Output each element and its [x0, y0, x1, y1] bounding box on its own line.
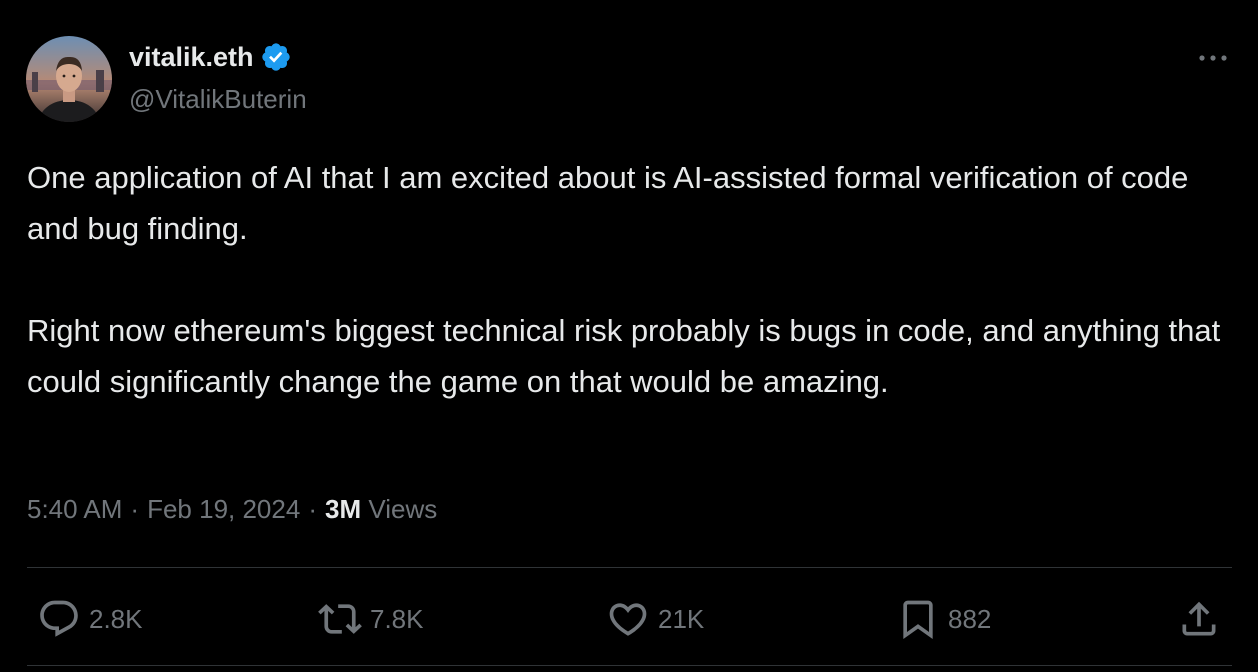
avatar[interactable] [26, 36, 112, 122]
more-options-button[interactable] [1194, 44, 1232, 72]
repost-button[interactable]: 7.8K [318, 598, 424, 640]
divider [27, 567, 1232, 568]
profile-photo [26, 36, 112, 122]
tweet-date[interactable]: Feb 19, 2024 [147, 494, 300, 525]
display-name[interactable]: vitalik.eth [129, 42, 254, 73]
reply-count: 2.8K [89, 603, 143, 634]
reply-icon [40, 600, 78, 637]
more-dots-icon [1199, 55, 1227, 61]
bookmark-icon [903, 600, 933, 640]
bookmark-count: 882 [948, 603, 992, 634]
share-button[interactable] [1177, 598, 1221, 640]
like-button[interactable]: 21K [606, 598, 704, 640]
views-count: 3M [324, 494, 362, 524]
tweet-card: vitalik.eth @VitalikButerin One applicat… [0, 0, 1258, 672]
meta-separator: · [308, 494, 317, 524]
tweet-time[interactable]: 5:40 AM [27, 494, 122, 525]
author-name-row: vitalik.eth [129, 40, 292, 74]
heart-icon [609, 603, 647, 636]
author-handle[interactable]: @VitalikButerin [129, 84, 307, 115]
share-icon [1182, 601, 1216, 636]
meta-separator: · [130, 494, 140, 524]
tweet-metadata: 5:40 AM · Feb 19, 2024 · 3M Views [27, 494, 437, 525]
repost-count: 7.8K [370, 603, 424, 634]
tweet-text: One application of AI that I am excited … [27, 152, 1237, 407]
views: 3M Views [325, 494, 437, 525]
repost-icon [318, 604, 362, 634]
views-label: Views [368, 494, 438, 524]
verified-badge-icon[interactable] [260, 41, 292, 73]
reply-button[interactable]: 2.8K [37, 598, 143, 640]
divider [27, 665, 1232, 666]
tweet-paragraph-2: Right now ethereum's biggest technical r… [27, 313, 1221, 399]
bookmark-button[interactable]: 882 [896, 598, 991, 640]
like-count: 21K [658, 603, 705, 634]
tweet-paragraph-1: One application of AI that I am excited … [27, 160, 1189, 246]
